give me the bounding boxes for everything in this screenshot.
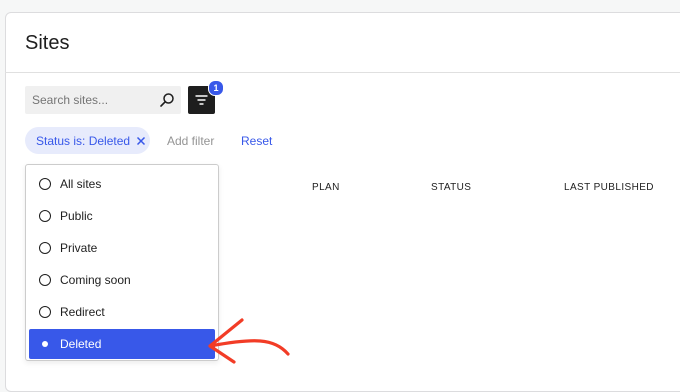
status-option-label: All sites — [60, 177, 102, 191]
radio-icon[interactable] — [39, 274, 51, 286]
status-option-deleted[interactable]: Deleted — [29, 329, 215, 359]
status-option-redirect[interactable]: Redirect — [29, 297, 215, 327]
search-input[interactable] — [25, 86, 153, 114]
status-dropdown: All sites Public Private Coming soon Red… — [25, 164, 219, 361]
header-divider — [5, 72, 680, 73]
column-header-status[interactable]: STATUS — [431, 182, 471, 193]
status-option-label: Redirect — [60, 305, 105, 319]
search-box[interactable] — [25, 86, 181, 114]
status-option-label: Private — [60, 241, 98, 255]
funnel-lines-icon — [195, 95, 208, 105]
column-header-plan[interactable]: PLAN — [312, 182, 340, 193]
radio-icon[interactable] — [39, 210, 51, 222]
search-icon[interactable] — [159, 92, 175, 108]
radio-icon[interactable] — [39, 306, 51, 318]
status-option-private[interactable]: Private — [29, 233, 215, 263]
status-option-label: Public — [60, 209, 93, 223]
status-option-label: Coming soon — [60, 273, 131, 287]
close-icon[interactable] — [136, 136, 146, 146]
radio-selected-icon[interactable] — [39, 338, 51, 350]
radio-icon[interactable] — [39, 242, 51, 254]
filter-count-badge: 1 — [208, 80, 224, 96]
status-option-public[interactable]: Public — [29, 201, 215, 231]
status-option-label: Deleted — [60, 337, 102, 351]
page-title: Sites — [25, 32, 70, 54]
radio-icon[interactable] — [39, 178, 51, 190]
column-header-last-published[interactable]: LAST PUBLISHED — [564, 182, 654, 193]
status-option-all-sites[interactable]: All sites — [29, 169, 215, 199]
reset-button[interactable]: Reset — [241, 134, 272, 148]
add-filter-button[interactable]: Add filter — [167, 134, 214, 148]
active-filter-chip[interactable]: Status is: Deleted — [25, 127, 150, 154]
status-option-coming-soon[interactable]: Coming soon — [29, 265, 215, 295]
hand-drawn-arrow-icon — [208, 318, 290, 364]
active-filter-label: Status is: Deleted — [36, 133, 131, 148]
